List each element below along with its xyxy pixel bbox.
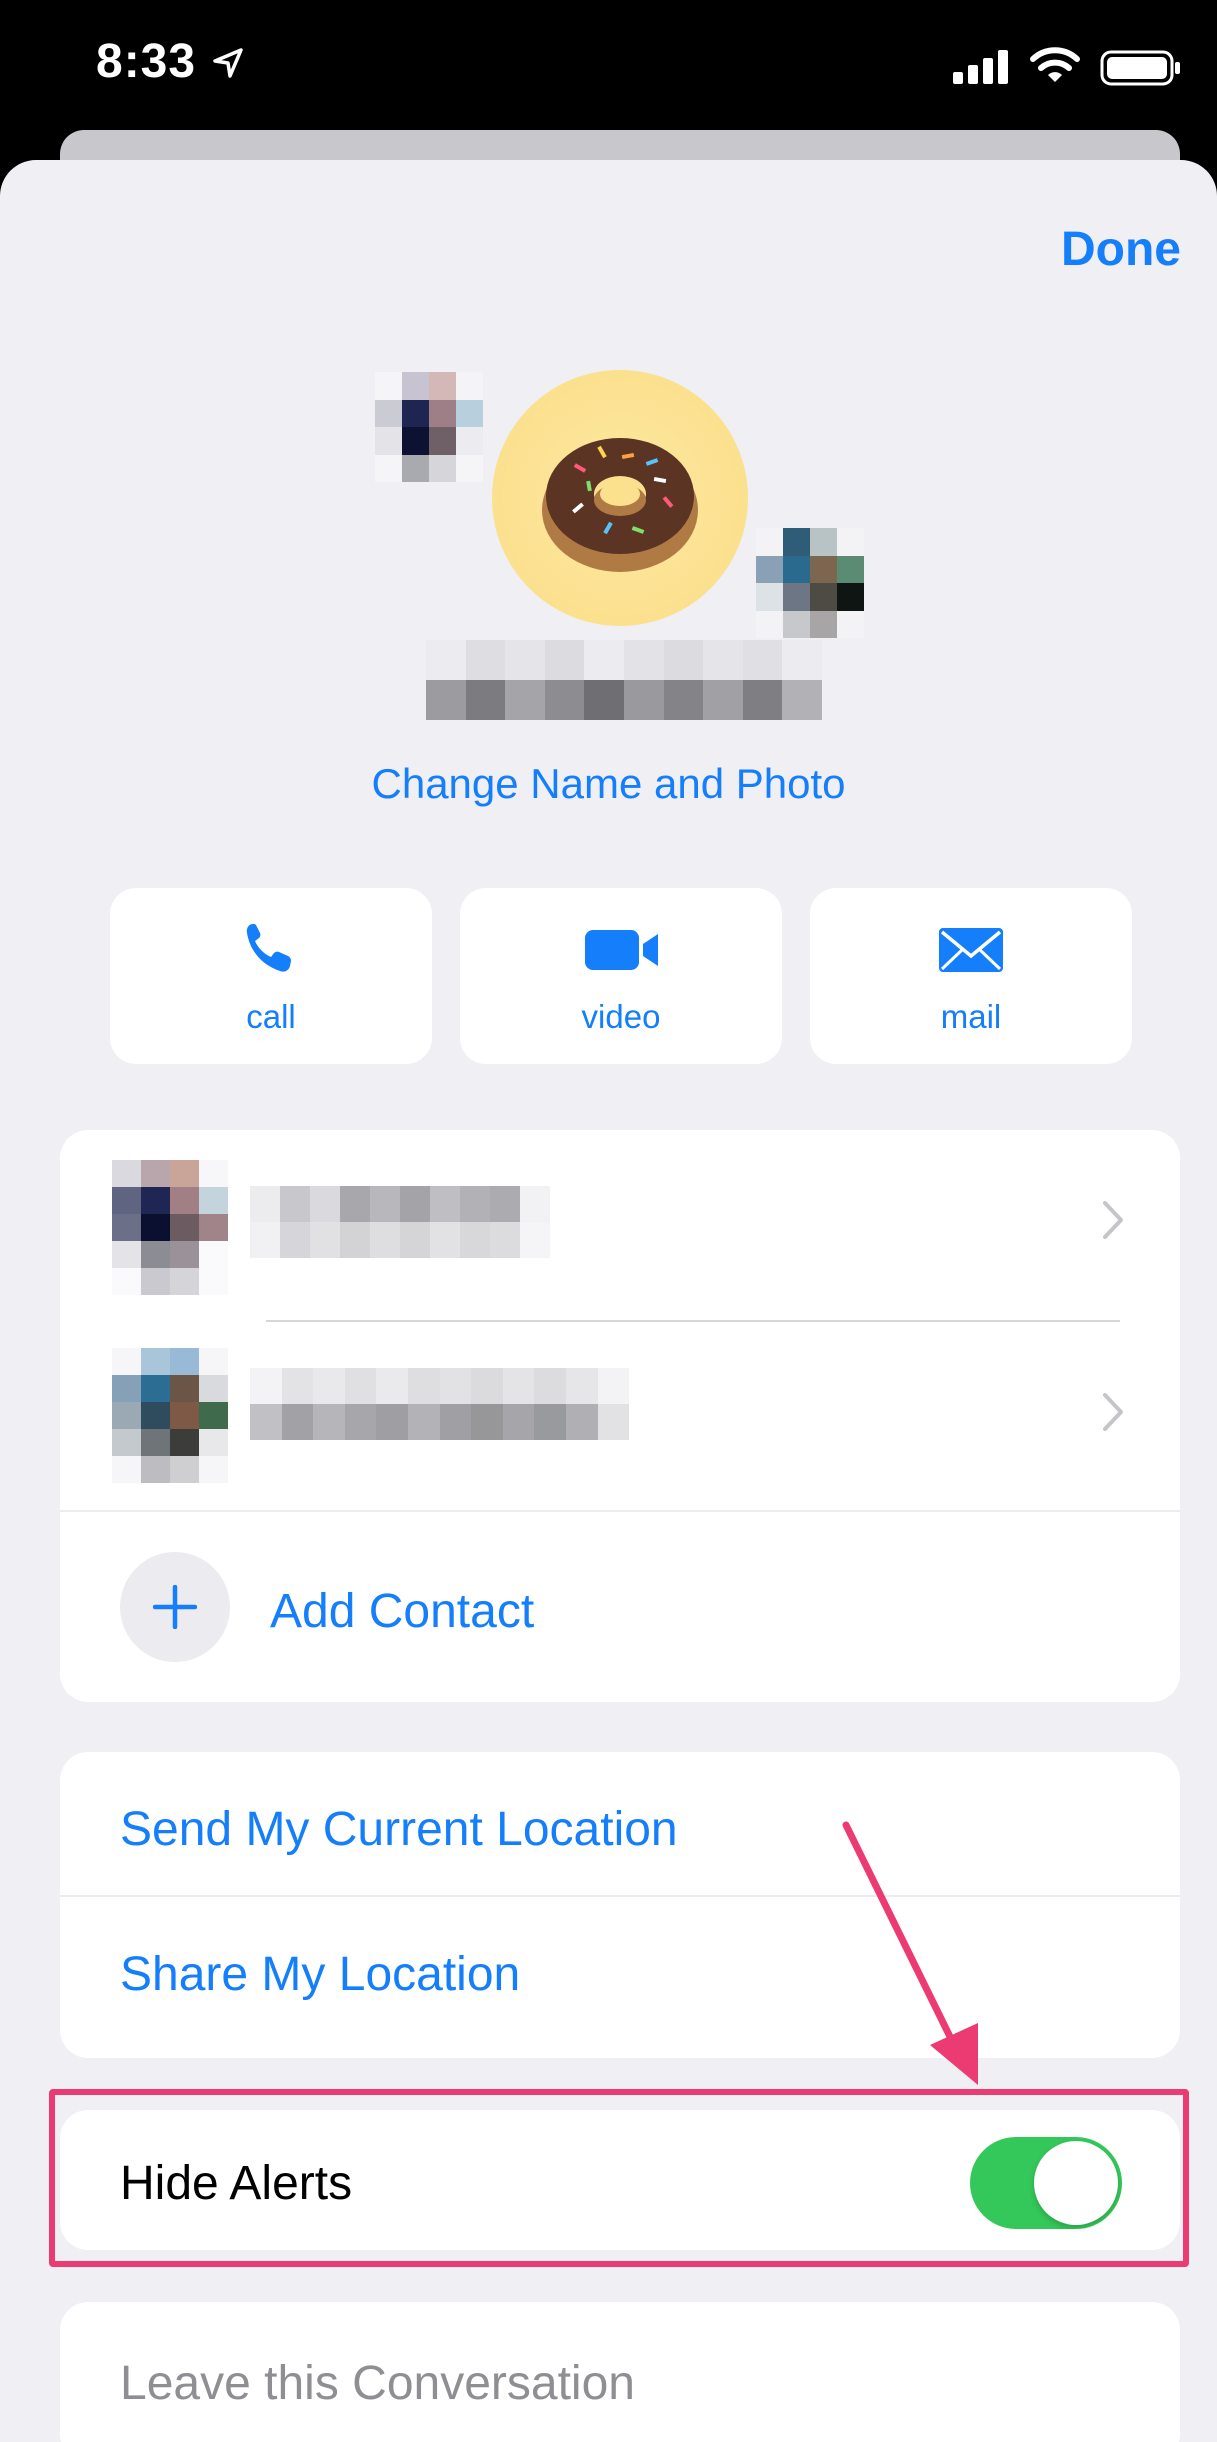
phone-icon — [246, 924, 291, 972]
add-contact-label: Add Contact — [270, 1585, 535, 1638]
arrow-annotation-icon — [842, 1821, 978, 2085]
member-name-redacted — [250, 1368, 630, 1440]
status-time: 8:33 — [96, 35, 197, 88]
group-name-redacted — [426, 640, 822, 720]
mail-button[interactable]: mail — [810, 888, 1132, 1064]
leave-conversation-label[interactable]: Leave this Conversation — [120, 2356, 635, 2411]
share-my-location-label: Share My Location — [120, 1948, 521, 2001]
member-avatar-small — [375, 372, 483, 482]
chevron-right-icon — [1103, 1393, 1123, 1431]
send-current-location-label: Send My Current Location — [120, 1803, 678, 1856]
highlight-box-annotation — [49, 2089, 1189, 2267]
mail-label: mail — [940, 998, 1002, 1035]
chevron-right-icon — [1103, 1201, 1123, 1239]
send-current-location-row[interactable]: Send My Current Location — [60, 1752, 1180, 1895]
location-arrow-icon — [213, 48, 243, 78]
add-contact-circle — [120, 1552, 230, 1662]
member-row[interactable] — [60, 1130, 1180, 1320]
member-avatar — [112, 1348, 228, 1484]
add-contact-row[interactable]: Add Contact — [60, 1512, 1180, 1702]
call-button[interactable]: call — [110, 888, 432, 1064]
plus-icon — [153, 1585, 197, 1629]
donut-emoji-icon — [542, 438, 698, 572]
call-label: call — [246, 998, 296, 1035]
member-avatar — [112, 1160, 228, 1296]
cellular-signal-icon — [953, 50, 1008, 84]
status-bar: 8:33 — [0, 0, 1217, 134]
video-label: video — [581, 998, 661, 1035]
envelope-icon — [939, 928, 1003, 972]
members-card: Add Contact — [60, 1130, 1180, 1702]
video-button[interactable]: video — [460, 888, 782, 1064]
wifi-icon — [1030, 47, 1080, 82]
location-card: Send My Current Location Share My Locati… — [60, 1752, 1180, 2058]
leave-conversation-card: Leave this Conversation — [60, 2302, 1180, 2442]
member-avatar-small — [756, 528, 864, 638]
member-row[interactable] — [60, 1322, 1180, 1510]
change-name-and-photo-link[interactable]: Change Name and Photo — [0, 760, 1217, 808]
battery-icon — [1100, 50, 1180, 86]
video-camera-icon — [585, 930, 658, 970]
member-name-redacted — [250, 1186, 550, 1258]
done-button[interactable]: Done — [1061, 222, 1181, 277]
share-my-location-row[interactable]: Share My Location — [60, 1897, 1180, 2058]
